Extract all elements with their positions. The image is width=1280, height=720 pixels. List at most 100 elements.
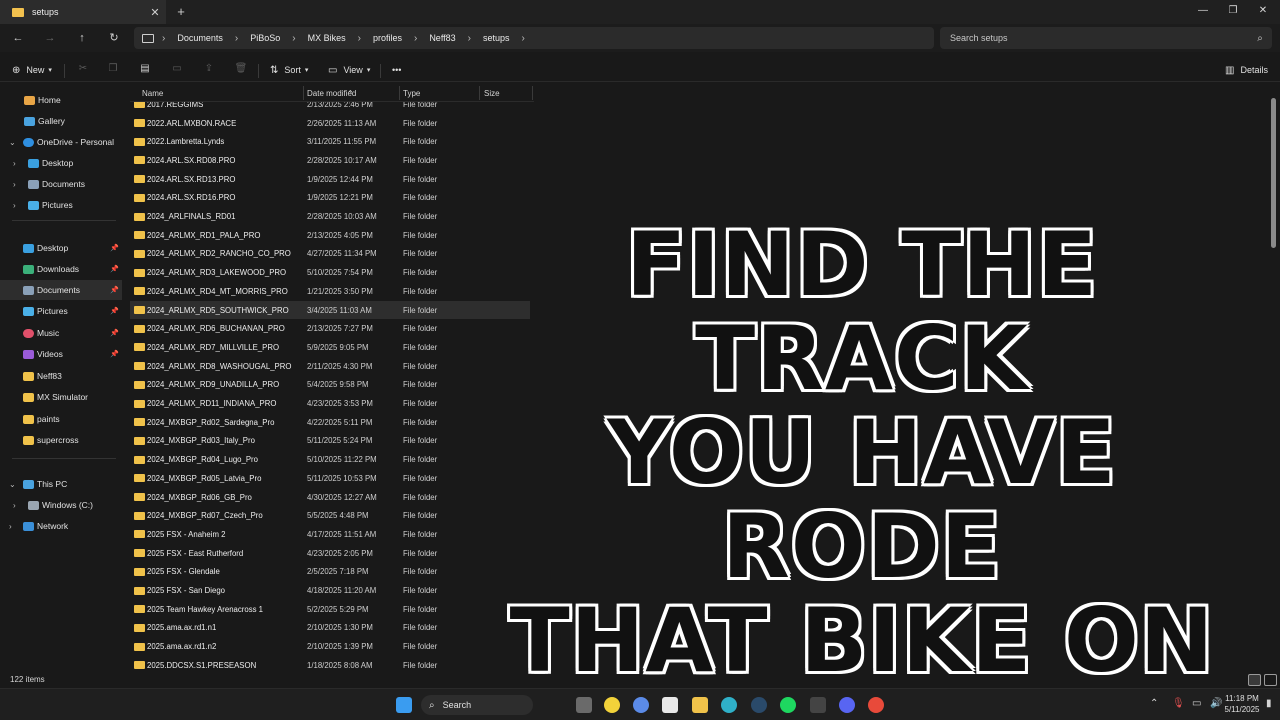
vertical-scrollbar[interactable] bbox=[1271, 98, 1276, 248]
paste-icon[interactable]: ▤ bbox=[138, 63, 152, 77]
breadcrumb-mx-bikes[interactable]: MX Bikes bbox=[308, 33, 346, 43]
column-divider[interactable] bbox=[303, 86, 304, 100]
table-row[interactable]: 2024.ARL.SX.RD16.PRO 1/9/2025 12:21 PM Fil… bbox=[130, 189, 530, 208]
sidebar-item-this-pc[interactable]: ⌄ This PC bbox=[0, 474, 122, 494]
store-icon[interactable] bbox=[662, 697, 678, 713]
file-name: 2025.DDCSX.S1.PRESEASON bbox=[147, 660, 257, 670]
sidebar-item-music[interactable]: Music 📌 bbox=[0, 323, 122, 343]
tiles-view-icon[interactable] bbox=[1264, 674, 1277, 686]
sidebar-item-paints[interactable]: paints bbox=[0, 409, 122, 429]
view-button[interactable]: ▭ View ▾ bbox=[328, 62, 370, 78]
sidebar-item-mx-simulator[interactable]: MX Simulator bbox=[0, 387, 122, 407]
up-button[interactable]: ↑ bbox=[71, 28, 93, 48]
clock[interactable]: 11:18 PM 5/11/2025 bbox=[1222, 693, 1262, 715]
snapchat-icon[interactable] bbox=[604, 697, 620, 713]
table-row[interactable]: 2022.Lambretta.Lynds 3/11/2025 11:55 PM Fi… bbox=[130, 132, 530, 151]
windows-start-icon[interactable] bbox=[396, 697, 412, 713]
sidebar-item-windows-c[interactable]: › Windows (C:) bbox=[0, 495, 122, 515]
sidebar-item-pictures[interactable]: Pictures 📌 bbox=[0, 301, 122, 321]
notification-icon[interactable]: ▮ bbox=[1266, 698, 1272, 709]
chevron-up-icon[interactable]: ⌃ bbox=[1150, 698, 1158, 709]
sidebar-item-gallery[interactable]: Gallery bbox=[0, 111, 122, 131]
file-type: File folder bbox=[403, 604, 438, 614]
app-icon[interactable] bbox=[810, 697, 826, 713]
cut-icon[interactable]: ✂ bbox=[76, 63, 90, 77]
taskbar-search[interactable]: ⌕ Search bbox=[421, 695, 533, 715]
search-input[interactable]: Search setups bbox=[950, 33, 1248, 43]
minimize-button[interactable]: — bbox=[1188, 0, 1218, 22]
refresh-button[interactable]: ↻ bbox=[103, 28, 125, 48]
sidebar-item-onedrive-pictures[interactable]: › Pictures bbox=[0, 195, 122, 215]
pin-icon[interactable]: 📌 bbox=[110, 244, 119, 252]
app-icon[interactable] bbox=[868, 697, 884, 713]
column-divider[interactable] bbox=[532, 86, 533, 100]
sidebar-item-onedrive-desktop[interactable]: › Desktop bbox=[0, 153, 122, 173]
breadcrumb-documents[interactable]: Documents bbox=[177, 33, 223, 43]
sort-button[interactable]: ⇅ Sort ▾ bbox=[270, 62, 308, 78]
details-button[interactable]: ▥ Details bbox=[1225, 62, 1268, 78]
rename-icon[interactable]: ▭ bbox=[170, 63, 184, 77]
column-date-modified[interactable]: Date modified bbox=[307, 89, 356, 98]
spotify-icon[interactable] bbox=[780, 697, 796, 713]
forward-button[interactable]: → bbox=[39, 28, 61, 48]
pin-icon[interactable]: 📌 bbox=[110, 307, 119, 315]
table-row[interactable]: 2017.REGGIMS 2/13/2025 2:46 PM File folder bbox=[130, 102, 530, 114]
task-view-icon[interactable] bbox=[576, 697, 592, 713]
edge-icon[interactable] bbox=[721, 697, 737, 713]
close-window-button[interactable]: ✕ bbox=[1248, 0, 1278, 22]
sidebar-divider bbox=[12, 220, 116, 221]
sidebar-item-downloads[interactable]: Downloads 📌 bbox=[0, 259, 122, 279]
maximize-button[interactable]: ❐ bbox=[1218, 0, 1248, 22]
folder-icon bbox=[134, 530, 145, 539]
sidebar-item-supercross[interactable]: supercross bbox=[0, 430, 122, 450]
column-size[interactable]: Size bbox=[484, 89, 500, 98]
volume-icon[interactable]: 🔊 bbox=[1210, 698, 1222, 709]
copy-icon[interactable]: ❐ bbox=[106, 63, 120, 77]
pin-icon[interactable]: 📌 bbox=[110, 329, 119, 337]
steam-icon[interactable] bbox=[751, 697, 767, 713]
back-button[interactable]: ← bbox=[7, 28, 29, 48]
share-icon[interactable]: ⇪ bbox=[202, 63, 216, 77]
breadcrumb-setups[interactable]: setups bbox=[483, 33, 510, 43]
column-type[interactable]: Type bbox=[403, 89, 420, 98]
microphone-icon[interactable]: 🎙 bbox=[1172, 698, 1185, 709]
chevron-down-icon: ⌄ bbox=[9, 137, 16, 147]
table-row[interactable]: 2024.ARL.SX.RD08.PRO 2/28/2025 10:17 AM Fi… bbox=[130, 151, 530, 170]
details-view-icon[interactable] bbox=[1248, 674, 1261, 686]
discord-icon[interactable] bbox=[839, 697, 855, 713]
sidebar-item-home[interactable]: Home bbox=[0, 90, 122, 110]
folder-icon bbox=[134, 642, 145, 651]
file-type: File folder bbox=[403, 548, 438, 558]
file-type: File folder bbox=[403, 361, 438, 371]
pin-icon[interactable]: 📌 bbox=[110, 350, 119, 358]
sidebar-item-onedrive[interactable]: ⌄ OneDrive - Personal bbox=[0, 132, 122, 152]
display-icon[interactable]: ▭ bbox=[1192, 698, 1201, 709]
breadcrumb-profiles[interactable]: profiles bbox=[373, 33, 402, 43]
file-date-modified: 5/5/2025 4:48 PM bbox=[307, 511, 369, 521]
sidebar-item-onedrive-documents[interactable]: › Documents bbox=[0, 174, 122, 194]
address-bar[interactable]: › Documents › PiBoSo › MX Bikes › profil… bbox=[134, 27, 934, 49]
file-explorer-icon[interactable] bbox=[692, 697, 708, 713]
more-options-button[interactable]: ••• bbox=[392, 62, 401, 78]
new-tab-button[interactable]: + bbox=[172, 3, 190, 21]
close-tab-icon[interactable]: ✕ bbox=[144, 6, 166, 19]
sidebar-item-neff83[interactable]: Neff83 bbox=[0, 366, 122, 386]
pin-icon[interactable]: 📌 bbox=[110, 265, 119, 273]
delete-icon[interactable]: 🗑 bbox=[234, 63, 248, 77]
column-name[interactable]: Name bbox=[142, 89, 163, 98]
sidebar-item-documents[interactable]: Documents 📌 bbox=[0, 280, 122, 300]
sidebar-item-network[interactable]: › Network bbox=[0, 516, 122, 536]
column-divider[interactable] bbox=[479, 86, 480, 100]
sidebar-item-desktop[interactable]: Desktop 📌 bbox=[0, 238, 122, 258]
breadcrumb-piboso[interactable]: PiBoSo bbox=[250, 33, 280, 43]
search-box[interactable]: Search setups ⌕ bbox=[940, 27, 1272, 49]
copilot-icon[interactable] bbox=[633, 697, 649, 713]
table-row[interactable]: 2024.ARL.SX.RD13.PRO 1/9/2025 12:44 PM Fil… bbox=[130, 170, 530, 189]
tab-setups[interactable]: setups ✕ bbox=[0, 0, 166, 24]
breadcrumb-neff83[interactable]: Neff83 bbox=[429, 33, 455, 43]
table-row[interactable]: 2022.ARL.MXBON.RACE 2/26/2025 11:13 AM Fil… bbox=[130, 114, 530, 133]
new-button[interactable]: ⊕ New ▾ bbox=[12, 62, 52, 78]
column-divider[interactable] bbox=[399, 86, 400, 100]
pin-icon[interactable]: 📌 bbox=[110, 286, 119, 294]
sidebar-item-videos[interactable]: Videos 📌 bbox=[0, 344, 122, 364]
